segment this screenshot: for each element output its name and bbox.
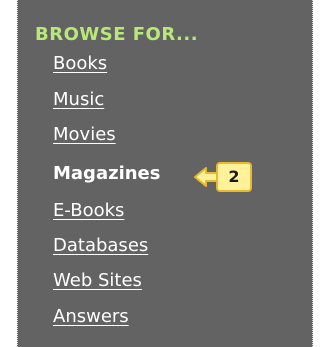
nav-link-ebooks[interactable]: E-Books [53,200,124,221]
nav-item-web-sites: Web Sites [53,270,142,292]
nav-item-music: Music [53,89,104,111]
nav-current-magazines: Magazines [53,163,161,184]
browse-panel: BROWSE FOR... Books Music Movies Magazin… [17,0,313,347]
browse-stage: BROWSE FOR... Books Music Movies Magazin… [0,0,325,347]
step-callout: 2 [193,162,253,192]
nav-item-magazines: Magazines [53,163,160,185]
nav-link-web-sites[interactable]: Web Sites [53,270,142,291]
nav-link-books[interactable]: Books [53,53,107,74]
nav-link-music[interactable]: Music [53,89,104,110]
nav-link-movies[interactable]: Movies [53,124,116,145]
nav-item-movies: Movies [53,124,116,146]
nav-link-databases[interactable]: Databases [53,235,148,256]
nav-item-answers: Answers [53,306,129,328]
nav-item-ebooks: E-Books [53,200,124,222]
nav-link-answers[interactable]: Answers [53,306,129,327]
browse-title: BROWSE FOR... [35,24,199,45]
nav-item-databases: Databases [53,235,148,257]
nav-item-books: Books [53,53,107,75]
step-badge: 2 [216,162,252,192]
